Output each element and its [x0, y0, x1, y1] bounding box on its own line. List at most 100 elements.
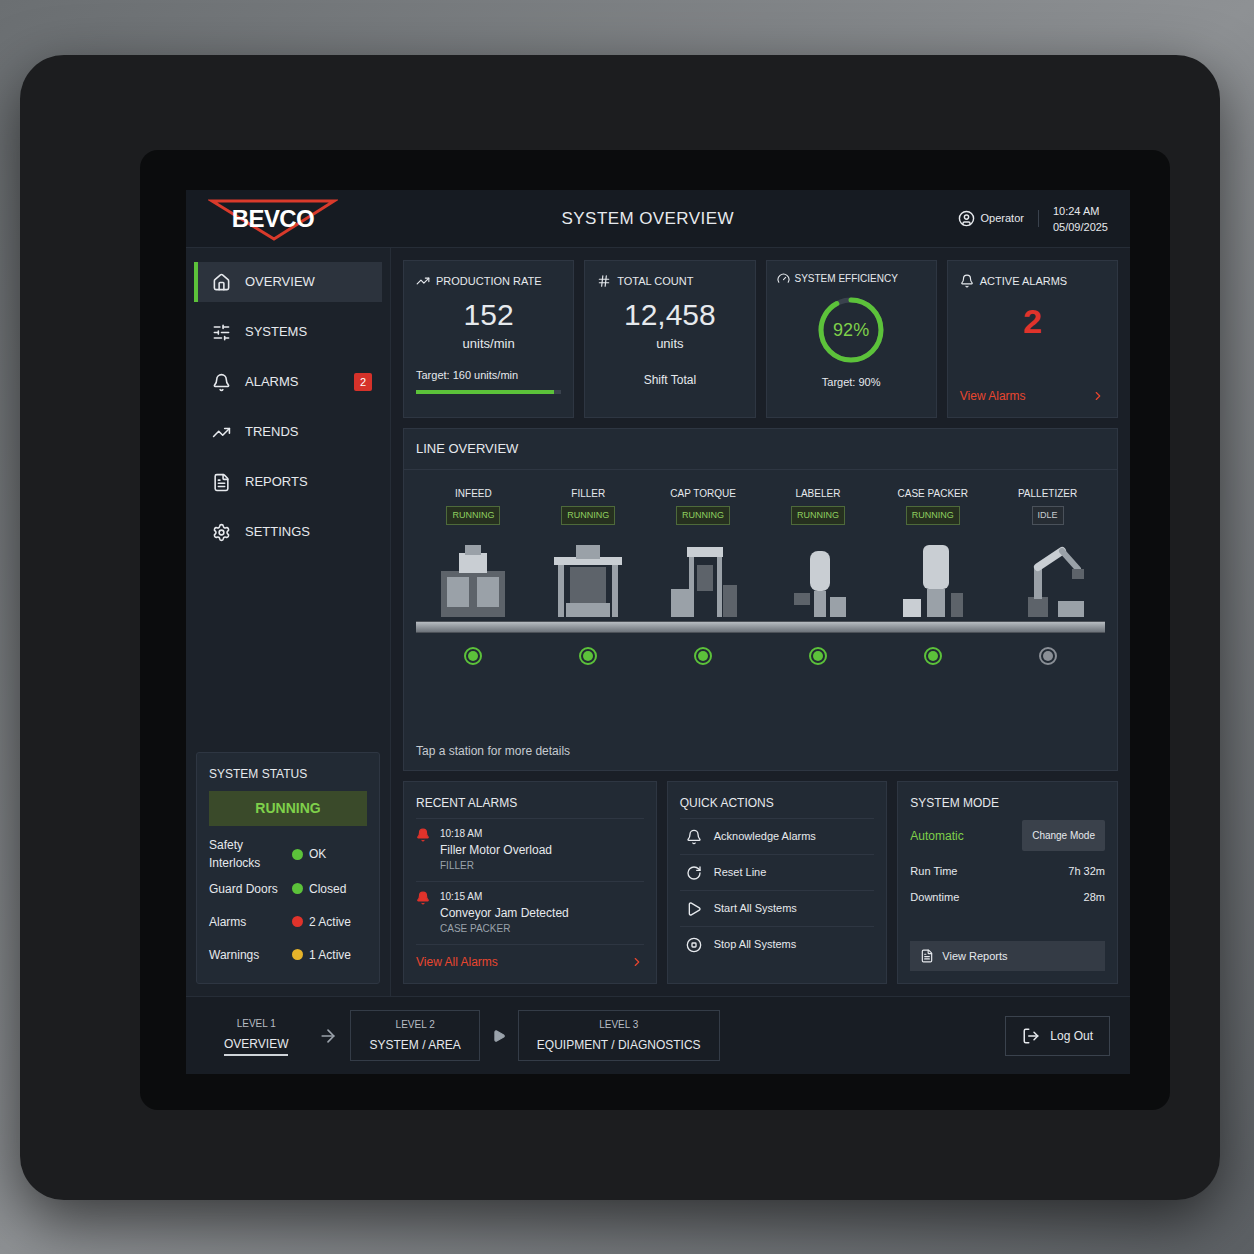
status-row: Alarms2 Active — [209, 905, 367, 938]
screen-frame: BEVCOSYSTEM OVERVIEWOperator10:24 AM05/0… — [140, 150, 1170, 1110]
machine-icon — [542, 537, 634, 621]
quick-action-button[interactable]: Reset Line — [680, 854, 875, 890]
body: OVERVIEW SYSTEMS ALARMS2 TRENDS REPORTS SETTI… — [186, 248, 1130, 996]
station[interactable]: INFEEDRUNNING — [416, 486, 531, 666]
breadcrumb-item[interactable]: LEVEL 2SYSTEM / AREA — [350, 1010, 479, 1061]
action-icon — [686, 865, 702, 881]
alarm-badge: 2 — [354, 373, 372, 392]
station-status: RUNNING — [791, 506, 845, 526]
quick-action-button[interactable]: Acknowledge Alarms — [680, 818, 875, 854]
action-icon — [686, 901, 702, 917]
sidebar-item[interactable]: OVERVIEW — [194, 262, 382, 302]
bottom-row: RECENT ALARMS10:18 AMFiller Motor Overlo… — [403, 781, 1118, 984]
gauge-icon — [777, 272, 790, 285]
machine-icon — [1002, 537, 1094, 621]
conveyor-segment — [646, 621, 761, 633]
status-dot — [292, 916, 303, 927]
sidebar-item[interactable]: SETTINGS — [194, 512, 382, 552]
logo: BEVCO — [208, 197, 338, 241]
change-mode-button[interactable]: Change Mode — [1022, 820, 1105, 851]
status-row: Warnings1 Active — [209, 938, 367, 971]
alarm-bell-icon — [416, 891, 430, 905]
nav-icon — [212, 523, 231, 542]
breadcrumb-item[interactable]: LEVEL 1OVERVIEW — [206, 1010, 306, 1062]
action-icon — [686, 937, 702, 953]
conveyor-segment — [761, 621, 876, 633]
efficiency-ring: 92% — [813, 292, 889, 368]
station-dot — [809, 647, 827, 665]
mode-value: Automatic — [910, 827, 963, 845]
system-status-panel: SYSTEM STATUSRUNNINGSafety InterlocksOKG… — [196, 752, 380, 984]
station[interactable]: LABELERRUNNING — [761, 486, 876, 666]
view-alarms-link[interactable]: View Alarms — [960, 387, 1105, 405]
station-dot — [464, 647, 482, 665]
alarm-item[interactable]: 10:15 AMConveyor Jam DetectedCASE PACKER — [416, 881, 644, 944]
station-status: RUNNING — [561, 506, 615, 526]
total-count-card: TOTAL COUNT12,458unitsShift Total — [584, 260, 755, 418]
kpi-row: PRODUCTION RATE152units/minTarget: 160 u… — [403, 260, 1118, 418]
station-status: RUNNING — [446, 506, 500, 526]
production-rate-card: PRODUCTION RATE152units/minTarget: 160 u… — [403, 260, 574, 418]
stations: INFEEDRUNNINGFILLERRUNNINGCAP TORQUERUNN… — [404, 470, 1117, 666]
mode-stat-row: Downtime28m — [910, 889, 1105, 915]
view-reports-button[interactable]: View Reports — [910, 941, 1105, 972]
active-alarms-card: ACTIVE ALARMS2View Alarms — [947, 260, 1118, 418]
line-overview-panel: LINE OVERVIEWINFEEDRUNNINGFILLERRUNNINGC… — [403, 428, 1118, 771]
arrow-icon — [492, 1029, 506, 1043]
mode-stat-row: Run Time7h 32m — [910, 863, 1105, 889]
view-all-alarms-link[interactable]: View All Alarms — [416, 944, 644, 971]
station[interactable]: CAP TORQUERUNNING — [646, 486, 761, 666]
main: PRODUCTION RATE152units/minTarget: 160 u… — [391, 248, 1130, 996]
quick-actions-panel: QUICK ACTIONSAcknowledge AlarmsReset Lin… — [667, 781, 888, 984]
chevron-icon — [1091, 389, 1105, 403]
machine-icon — [887, 537, 979, 621]
page: BEVCOSYSTEM OVERVIEWOperator10:24 AM05/0… — [0, 0, 1254, 1254]
recent-alarms-panel: RECENT ALARMS10:18 AMFiller Motor Overlo… — [403, 781, 657, 984]
station-status: RUNNING — [676, 506, 730, 526]
counter-icon — [597, 274, 611, 288]
sidebar-item[interactable]: SYSTEMS — [194, 312, 382, 352]
station-dot — [694, 647, 712, 665]
conveyor-segment — [416, 621, 531, 633]
logout-icon — [1022, 1027, 1040, 1045]
status-row: Safety InterlocksOK — [209, 836, 367, 872]
status-dot — [292, 883, 303, 894]
sidebar-item[interactable]: ALARMS2 — [194, 362, 382, 402]
nav-icon — [212, 373, 231, 392]
nav-icon — [212, 323, 231, 342]
conveyor-segment — [875, 621, 990, 633]
logout-button[interactable]: Log Out — [1005, 1016, 1110, 1056]
station-status: IDLE — [1032, 506, 1064, 526]
station[interactable]: PALLETIZERIDLE — [990, 486, 1105, 666]
header: BEVCOSYSTEM OVERVIEWOperator10:24 AM05/0… — [186, 190, 1130, 248]
station[interactable]: CASE PACKERRUNNING — [875, 486, 990, 666]
quick-action-button[interactable]: Start All Systems — [680, 890, 875, 926]
rate-progress — [416, 390, 561, 394]
report-icon — [920, 949, 934, 963]
breadcrumb-bar: LEVEL 1OVERVIEW LEVEL 2SYSTEM / AREA LEVEL… — [186, 996, 1130, 1074]
station[interactable]: FILLERRUNNING — [531, 486, 646, 666]
arrow-icon — [318, 1026, 338, 1046]
monitor-bezel: BEVCOSYSTEM OVERVIEWOperator10:24 AM05/0… — [20, 55, 1220, 1200]
conveyor-segment — [990, 621, 1105, 633]
station-dot — [1039, 647, 1057, 665]
status-row: Guard DoorsClosed — [209, 872, 367, 905]
conveyor-segment — [531, 621, 646, 633]
alarm-bell-icon — [416, 828, 430, 842]
alarm-item[interactable]: 10:18 AMFiller Motor OverloadFILLER — [416, 818, 644, 881]
sidebar-item[interactable]: TRENDS — [194, 412, 382, 452]
station-status: RUNNING — [906, 506, 960, 526]
breadcrumb-item[interactable]: LEVEL 3EQUIPMENT / DIAGNOSTICS — [518, 1010, 720, 1061]
nav-icon — [212, 473, 231, 492]
action-icon — [686, 829, 702, 845]
sidebar-item[interactable]: REPORTS — [194, 462, 382, 502]
sidebar: OVERVIEW SYSTEMS ALARMS2 TRENDS REPORTS SETTI… — [186, 248, 391, 996]
chart-icon — [416, 274, 430, 288]
station-dot — [579, 647, 597, 665]
efficiency-card: SYSTEM EFFICIENCY92%Target: 90% — [766, 260, 937, 418]
quick-action-button[interactable]: Stop All Systems — [680, 926, 875, 962]
page-title: SYSTEM OVERVIEW — [338, 206, 958, 232]
nav-icon — [212, 423, 231, 442]
clock: 10:24 AM05/09/2025 — [1053, 203, 1108, 235]
nav-icon — [212, 273, 231, 292]
